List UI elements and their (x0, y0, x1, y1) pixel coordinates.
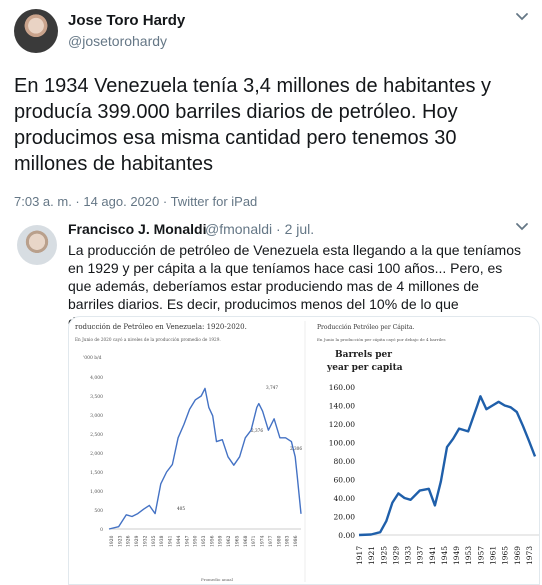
chart1-xtick: 1971 (251, 535, 257, 547)
chart1-annotation: 2,376 (251, 428, 263, 433)
chart2-series-line (358, 395, 537, 537)
chart2-xtick: 1973 (525, 546, 534, 565)
chart2-ytick: 0.00 (338, 531, 355, 540)
chart1-ytick: 2,000 (90, 451, 103, 457)
chart1-xtick: 1968 (243, 535, 249, 547)
chart2-xtick: 1933 (404, 546, 413, 565)
chart2-ytick: 60.00 (334, 476, 356, 485)
chart1-xtick: 1944 (176, 535, 182, 547)
chart1-footnote: Promedio anual (201, 577, 234, 582)
chart1-ytick: 1,000 (90, 489, 103, 495)
quoted-author-name[interactable]: Francisco J. Monaldi (68, 221, 206, 237)
chart1-xtick: 1980 (276, 535, 282, 547)
chart2-ytick: 80.00 (334, 457, 356, 466)
author-name[interactable]: Jose Toro Hardy (68, 12, 185, 29)
avatar[interactable] (14, 9, 58, 53)
author-handle[interactable]: @josetorohardy (68, 33, 167, 49)
chart1-xtick: 1926 (126, 535, 132, 547)
chart1-ytick: 4,000 (90, 375, 103, 381)
chart1-annotation: 2,306 (290, 446, 302, 451)
chart2-xtick: 1965 (501, 546, 510, 565)
chart1-ytick: 3,500 (90, 394, 103, 400)
charts-image: roducción de Petróleo en Venezuela: 1920… (75, 321, 539, 582)
chart1-ytick: 1,500 (90, 470, 103, 476)
chart1-xtick: 1974 (260, 535, 266, 547)
chart2-ytick: 120.00 (329, 420, 355, 429)
chart2-ylabel: Barrels per (335, 350, 392, 360)
chart1-xtick: 1950 (193, 535, 199, 547)
chart2-xtick: 1925 (379, 546, 388, 565)
chart1-xtick: 1959 (218, 535, 224, 547)
chart1-xtick: 1983 (285, 535, 291, 547)
chevron-down-icon[interactable] (515, 12, 529, 22)
chart1-xtick: 1929 (134, 535, 140, 547)
chart2-xtick: 1953 (464, 546, 473, 565)
chart2-xtick: 1937 (416, 546, 425, 565)
chart2-ytick: 100.00 (329, 439, 355, 448)
chart1-ytick: 3,000 (90, 413, 103, 419)
avatar[interactable] (17, 225, 57, 265)
chart1-xtick: 1965 (234, 535, 240, 547)
chart2-title: Producción Petróleo per Cápita. (317, 324, 415, 331)
chart2-xtick: 1961 (489, 546, 498, 565)
chart1-ylabel: '000 b/d (83, 355, 102, 361)
tweet-timestamp[interactable]: 7:03 a. m. · 14 ago. 2020 · Twitter for … (14, 194, 257, 209)
chart1-subtitle: En Junio de 2020 cayó a niveles de la pr… (75, 337, 221, 342)
chart1-xtick: 1977 (268, 535, 274, 547)
chart2-xtick: 1921 (367, 546, 376, 565)
chart1-xtick: 1962 (226, 535, 232, 547)
chart1-xtick: 1953 (201, 535, 207, 547)
chart1-xtick: 1938 (159, 535, 165, 547)
chart2-ytick: 140.00 (329, 402, 355, 411)
chart1-xtick: 1947 (184, 535, 190, 547)
chart2-xtick: 1969 (513, 546, 522, 565)
chart1-ytick: 500 (94, 508, 103, 514)
chart1-xtick: 1920 (109, 535, 115, 547)
chart1-xtick: 1932 (142, 535, 148, 547)
chart1-annotation: 405 (177, 506, 185, 511)
chart1-xtick: 1956 (209, 535, 215, 547)
chart2-ylabel: year per capita (326, 363, 403, 373)
chart1-xtick: 1941 (168, 535, 174, 547)
chart1-annotation: 3,747 (266, 385, 278, 390)
chart1-ytick: 2,500 (90, 432, 103, 438)
chart2-ytick: 160.00 (329, 383, 355, 392)
chart2-xtick: 1945 (440, 546, 449, 565)
chart1-series-line (108, 387, 302, 530)
tweet-text: En 1934 Venezuela tenía 3,4 millones de … (14, 75, 492, 175)
chart2-ytick: 40.00 (334, 494, 356, 503)
chart2-xtick: 1917 (355, 546, 364, 565)
quoted-tweet-media[interactable]: roducción de Petróleo en Venezuela: 1920… (68, 316, 540, 585)
quoted-author-handle[interactable]: @fmonaldi · 2 jul. (205, 221, 314, 237)
chart2-ytick: 20.00 (334, 513, 356, 522)
chart1-xtick: 1923 (117, 535, 123, 547)
chart1-xtick: 1935 (151, 535, 157, 547)
chart2-xtick: 1941 (428, 546, 437, 565)
chart1-xtick: 1986 (293, 535, 299, 547)
chart2-subtitle: En Junio la producción per cápita cayó p… (317, 337, 446, 342)
chart2-xtick: 1949 (452, 546, 461, 565)
chart1-title: roducción de Petróleo en Venezuela: 1920… (75, 323, 247, 331)
chart2-xtick: 1957 (476, 546, 485, 565)
chevron-down-icon[interactable] (515, 222, 529, 232)
quoted-tweet[interactable]: Francisco J. Monaldi @fmonaldi · 2 jul. … (14, 216, 540, 585)
chart2-xtick: 1929 (391, 546, 400, 565)
chart1-ytick: 0 (100, 527, 103, 533)
